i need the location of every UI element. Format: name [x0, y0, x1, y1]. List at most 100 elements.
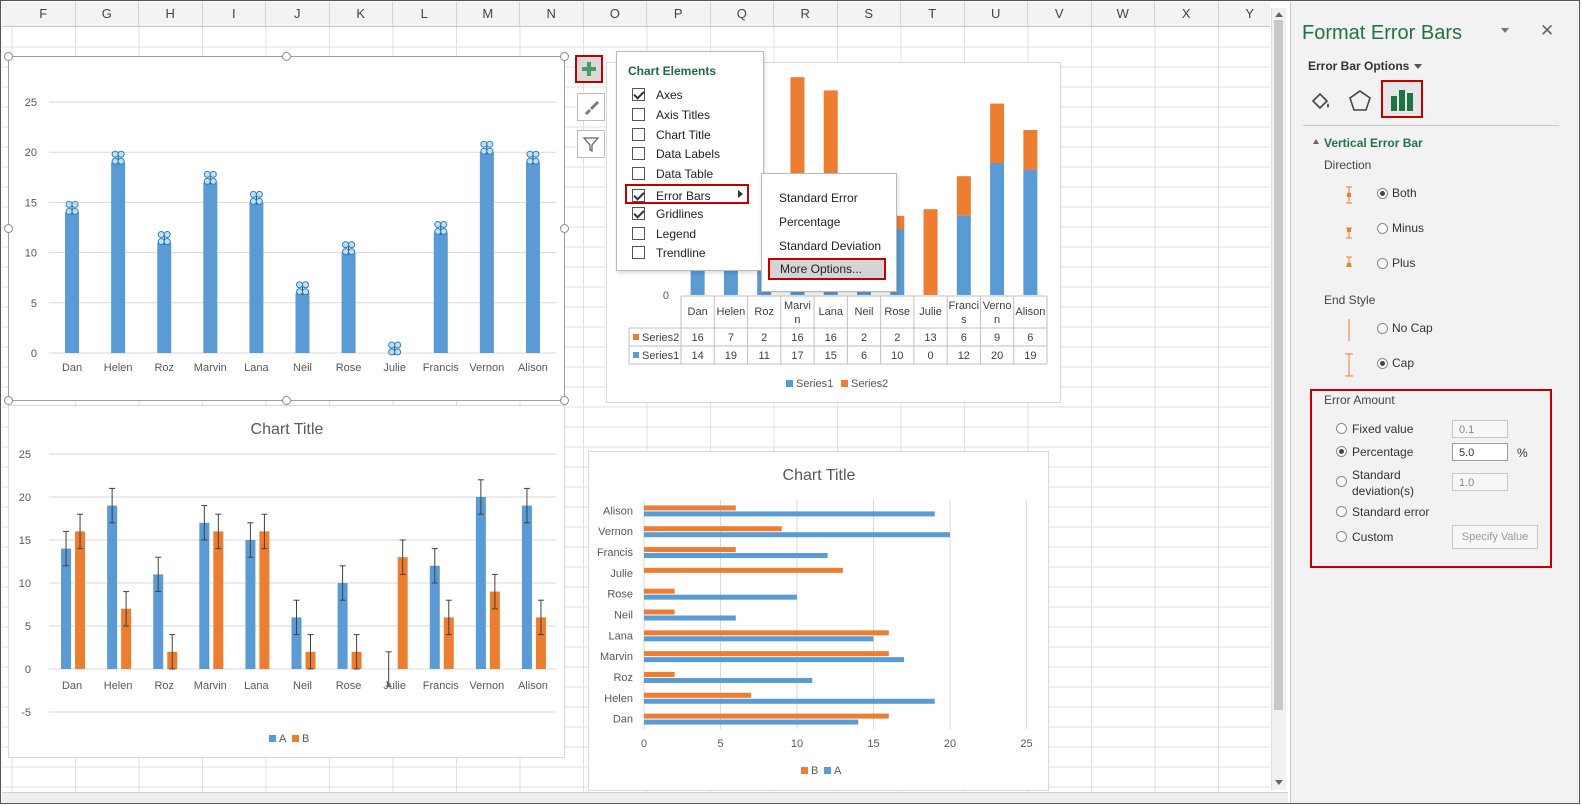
selected-chart-error-bars[interactable]: 0 5 10 15 20 25 Dan Helen Roz Marvin Lana Neil Rose J…	[8, 56, 565, 401]
checkbox[interactable]	[632, 167, 645, 181]
column-header-s[interactable]: S	[838, 2, 901, 26]
column-header-v[interactable]: V	[1028, 2, 1092, 26]
column-header-j[interactable]: J	[266, 2, 330, 26]
scroll-thumb[interactable]	[1274, 20, 1283, 710]
error-bar-options-label[interactable]: Error Bar Options	[1308, 59, 1409, 73]
column-header-y[interactable]: Y	[1219, 2, 1271, 26]
checkbox[interactable]	[632, 189, 645, 202]
sheet-tab-bar[interactable]	[2, 792, 1288, 803]
checkbox[interactable]	[632, 107, 645, 121]
chart-element-data-table[interactable]: Data Table	[627, 164, 755, 184]
horizontal-bar-chart[interactable]: Chart Title 0 5 10 15 20 25 Dan Helen Roz Marvin La…	[588, 451, 1049, 791]
column-header-n[interactable]: N	[520, 2, 584, 26]
standard-deviation-label-line1[interactable]: Standard	[1352, 468, 1401, 482]
collapse-triangle-icon[interactable]	[1313, 139, 1319, 144]
tab-fill-line[interactable]	[1307, 87, 1335, 115]
chart-element-chart-title[interactable]: Chart Title	[627, 125, 755, 145]
submenu-item-standard-deviation[interactable]: Standard Deviation	[779, 239, 881, 253]
resize-handle[interactable]	[4, 396, 13, 405]
checkbox[interactable]	[632, 127, 645, 141]
end-style-label-no-cap[interactable]: No Cap	[1392, 321, 1433, 335]
chart-element-data-labels[interactable]: Data Labels	[627, 144, 755, 164]
column-header-x[interactable]: X	[1155, 2, 1219, 26]
direction-label-both[interactable]: Both	[1392, 186, 1417, 200]
column-header-h[interactable]: H	[139, 2, 203, 26]
resize-handle[interactable]	[4, 52, 13, 61]
resize-handle[interactable]	[560, 396, 569, 405]
resize-handle[interactable]	[4, 224, 13, 233]
section-title[interactable]: Vertical Error Bar	[1324, 136, 1423, 150]
error-bar-handle	[480, 140, 488, 148]
chart-element-trendline[interactable]: Trendline	[627, 243, 755, 263]
submenu-item-percentage[interactable]: Percentage	[779, 215, 840, 229]
bar-a	[644, 553, 828, 559]
standard-error-radio[interactable]	[1336, 506, 1347, 517]
percentage-radio[interactable]	[1336, 446, 1347, 457]
submenu-item-more-options[interactable]: More Options...	[768, 258, 886, 280]
direction-radio-both[interactable]	[1377, 188, 1388, 199]
column-header-g[interactable]: G	[76, 2, 139, 26]
column-header-r[interactable]: R	[774, 2, 838, 26]
column-header-t[interactable]: T	[901, 2, 965, 26]
scroll-up-icon[interactable]	[1275, 12, 1283, 17]
percentage-input[interactable]: 5.0	[1452, 443, 1508, 461]
column-header-q[interactable]: Q	[711, 2, 774, 26]
pane-options-dropdown-icon[interactable]	[1501, 28, 1509, 33]
percentage-label[interactable]: Percentage	[1352, 445, 1413, 459]
column-header-l[interactable]: L	[393, 2, 457, 26]
chart-elements-button[interactable]	[575, 55, 603, 83]
submenu-item-standard-error[interactable]: Standard Error	[779, 191, 858, 205]
column-header-m[interactable]: M	[457, 2, 520, 26]
clustered-column-chart[interactable]: Chart Title -5 0 5 10 15 20 25 Dan Helen Roz Marvin…	[8, 405, 565, 758]
column-header-k[interactable]: K	[330, 2, 393, 26]
column-header-w[interactable]: W	[1092, 2, 1155, 26]
chart-element-gridlines[interactable]: Gridlines	[627, 204, 755, 224]
tab-error-bar-options[interactable]	[1381, 80, 1423, 118]
custom-label[interactable]: Custom	[1352, 530, 1393, 544]
checkbox[interactable]	[632, 226, 645, 240]
column-header-u[interactable]: U	[965, 2, 1028, 26]
close-icon[interactable]: ✕	[1540, 21, 1554, 41]
checkbox[interactable]	[632, 147, 645, 161]
resize-handle[interactable]	[282, 396, 291, 405]
column-header-p[interactable]: P	[647, 2, 711, 26]
direction-label-plus[interactable]: Plus	[1392, 256, 1415, 270]
stacked-bar-series2	[990, 103, 1005, 163]
error-bar-handle	[526, 150, 534, 158]
fixed-value-radio[interactable]	[1336, 423, 1347, 434]
resize-handle[interactable]	[560, 224, 569, 233]
standard-deviation-input[interactable]: 1.0	[1452, 473, 1508, 491]
chart-styles-button[interactable]	[577, 93, 605, 121]
standard-error-label[interactable]: Standard error	[1352, 505, 1429, 519]
direction-radio-plus[interactable]	[1377, 258, 1388, 269]
custom-radio[interactable]	[1336, 531, 1347, 542]
checkbox[interactable]	[632, 88, 645, 101]
direction-label-minus[interactable]: Minus	[1392, 221, 1424, 235]
vertical-scrollbar[interactable]	[1271, 8, 1286, 790]
standard-deviation-label-line2[interactable]: deviation(s)	[1352, 484, 1414, 498]
checkbox[interactable]	[632, 206, 645, 220]
chart-filters-button[interactable]	[577, 130, 605, 158]
resize-handle[interactable]	[560, 52, 569, 61]
direction-radio-minus[interactable]	[1377, 223, 1388, 234]
column-header-f[interactable]: F	[12, 2, 76, 26]
end-style-label-cap[interactable]: Cap	[1392, 356, 1414, 370]
checkbox[interactable]	[632, 246, 645, 260]
chart-element-legend[interactable]: Legend	[627, 224, 755, 244]
column-header-o[interactable]: O	[584, 2, 647, 26]
end-style-radio-no-cap[interactable]	[1377, 323, 1388, 334]
fixed-value-input[interactable]: 0.1	[1452, 420, 1508, 438]
chart-element-label: Data Labels	[656, 147, 721, 162]
column-header-i[interactable]: I	[203, 2, 266, 26]
resize-handle[interactable]	[282, 52, 291, 61]
chart-element-error-bars[interactable]: Error Bars	[625, 184, 749, 204]
tab-effects[interactable]	[1346, 87, 1374, 115]
scroll-down-icon[interactable]	[1275, 780, 1283, 785]
end-style-radio-cap[interactable]	[1377, 358, 1388, 369]
specify-value-button[interactable]: Specify Value	[1452, 525, 1538, 549]
chart-element-axis-titles[interactable]: Axis Titles	[627, 105, 755, 125]
legend-key-series1	[633, 352, 639, 358]
standard-deviation-radio[interactable]	[1336, 476, 1347, 487]
chart-element-axes[interactable]: Axes	[627, 85, 755, 105]
fixed-value-label[interactable]: Fixed value	[1352, 422, 1413, 436]
